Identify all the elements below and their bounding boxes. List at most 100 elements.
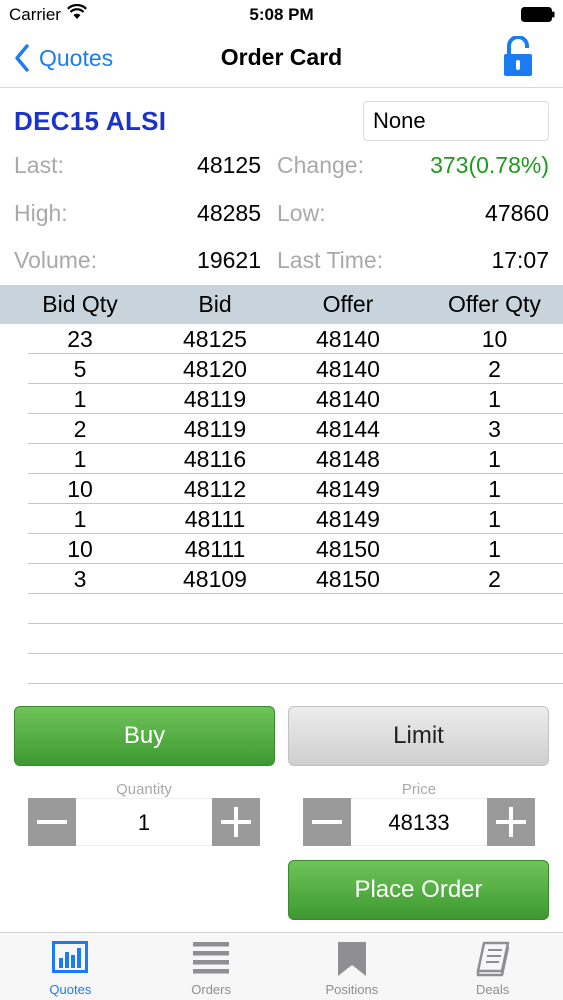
bid-cell: 48111 xyxy=(184,506,246,532)
offer-cell: 48140 xyxy=(316,386,380,412)
offer-qty-cell: 1 xyxy=(488,446,501,472)
account-select[interactable]: None xyxy=(363,101,549,141)
offer-cell: 48144 xyxy=(316,416,380,442)
offer-cell: 48148 xyxy=(316,446,380,472)
last-value: 48125 xyxy=(197,152,261,178)
change-label: Change: xyxy=(277,152,364,178)
bid-qty-cell: 10 xyxy=(67,536,93,562)
tab-quotes[interactable]: Quotes xyxy=(0,933,141,1000)
tab-positions[interactable]: Positions xyxy=(282,933,423,1000)
bid-qty-cell: 3 xyxy=(73,566,87,592)
bookmark-icon xyxy=(337,942,366,976)
depth-table-header: Bid Qty Bid Offer Offer Qty xyxy=(0,285,563,324)
volume-label: Volume: xyxy=(14,247,98,273)
quantity-label: Quantity xyxy=(116,781,172,798)
tab-bar: Quotes Orders Positions Deals xyxy=(0,932,563,1000)
minus-icon xyxy=(312,820,342,824)
bid-qty-cell: 1 xyxy=(73,386,87,412)
minus-icon xyxy=(37,820,67,824)
table-row[interactable]: 10 48112 48149 1 xyxy=(0,474,563,504)
bid-qty-cell: 1 xyxy=(73,446,87,472)
offer-cell: 48150 xyxy=(316,536,380,562)
limit-button[interactable]: Limit xyxy=(288,706,549,766)
high-label: High: xyxy=(14,200,68,226)
chart-icon xyxy=(52,941,89,973)
table-row[interactable]: 3 48109 48150 2 xyxy=(0,564,563,594)
header-bid: Bid xyxy=(198,291,232,317)
bid-cell: 48112 xyxy=(183,476,247,502)
depth-table: 23 48125 48140 10 5 48120 48140 2 1 4811… xyxy=(0,324,563,684)
status-bar: Carrier 5:08 PM xyxy=(0,0,563,30)
tab-label: Quotes xyxy=(49,982,92,997)
tab-deals[interactable]: Deals xyxy=(422,933,563,1000)
bid-cell: 48109 xyxy=(183,566,247,592)
tab-label: Orders xyxy=(191,982,231,997)
table-row-empty xyxy=(0,624,563,654)
low-value: 47860 xyxy=(485,200,549,226)
tab-label: Positions xyxy=(325,982,379,997)
change-value: 373(0.78%) xyxy=(430,152,549,178)
quantity-increment-button[interactable] xyxy=(212,798,260,846)
last-time-label: Last Time: xyxy=(277,247,384,273)
low-label: Low: xyxy=(277,200,326,226)
nav-bar: Quotes Order Card xyxy=(0,30,563,88)
offer-cell: 48149 xyxy=(316,476,380,502)
place-order-button[interactable]: Place Order xyxy=(288,860,549,920)
price-input[interactable]: 48133 xyxy=(351,798,487,846)
status-time: 5:08 PM xyxy=(249,5,314,24)
book-icon xyxy=(476,941,509,977)
bid-cell: 48120 xyxy=(183,356,247,382)
high-value: 48285 xyxy=(197,200,261,226)
header-offer-qty: Offer Qty xyxy=(448,291,541,317)
header-offer: Offer xyxy=(322,291,374,317)
price-label: Price xyxy=(401,781,437,798)
bid-cell: 48119 xyxy=(183,416,247,442)
price-increment-button[interactable] xyxy=(487,798,535,846)
bid-cell: 48111 xyxy=(184,536,246,562)
instrument-name: DEC15 ALSI xyxy=(14,106,167,136)
offer-qty-cell: 1 xyxy=(488,476,501,502)
last-time-value: 17:07 xyxy=(491,247,549,273)
offer-qty-cell: 1 xyxy=(488,386,501,412)
plus-icon xyxy=(221,807,251,837)
table-row[interactable]: 23 48125 48140 10 xyxy=(0,324,563,354)
offer-cell: 48140 xyxy=(316,326,380,352)
offer-qty-cell: 2 xyxy=(488,356,501,382)
bid-qty-cell: 5 xyxy=(73,356,87,382)
bid-cell: 48125 xyxy=(183,326,247,352)
offer-qty-cell: 1 xyxy=(488,536,501,562)
table-row[interactable]: 10 48111 48150 1 xyxy=(0,534,563,564)
tab-label: Deals xyxy=(476,982,510,997)
battery-icon xyxy=(521,7,555,22)
offer-qty-cell: 2 xyxy=(488,566,501,592)
table-row[interactable]: 1 48111 48149 1 xyxy=(0,504,563,534)
bid-qty-cell: 23 xyxy=(67,326,93,352)
bid-qty-cell: 1 xyxy=(73,506,87,532)
quantity-decrement-button[interactable] xyxy=(28,798,76,846)
plus-icon xyxy=(496,807,526,837)
bid-cell: 48116 xyxy=(183,446,247,472)
buy-button[interactable]: Buy xyxy=(14,706,275,766)
bid-qty-cell: 10 xyxy=(67,476,93,502)
offer-qty-cell: 10 xyxy=(481,326,508,352)
offer-cell: 48140 xyxy=(316,356,380,382)
last-label: Last: xyxy=(14,152,64,178)
bid-cell: 48119 xyxy=(183,386,247,412)
price-decrement-button[interactable] xyxy=(303,798,351,846)
offer-qty-cell: 3 xyxy=(488,416,501,442)
offer-qty-cell: 1 xyxy=(488,506,501,532)
tab-orders[interactable]: Orders xyxy=(141,933,282,1000)
list-icon xyxy=(193,942,230,974)
table-row-empty xyxy=(0,594,563,624)
volume-value: 19621 xyxy=(197,247,261,273)
offer-cell: 48149 xyxy=(316,506,380,532)
table-row[interactable]: 2 48119 48144 3 xyxy=(0,414,563,444)
table-row[interactable]: 5 48120 48140 2 xyxy=(0,354,563,384)
header-bid-qty: Bid Qty xyxy=(42,291,118,317)
table-row-empty xyxy=(0,654,563,684)
quantity-input[interactable]: 1 xyxy=(76,798,212,846)
table-row[interactable]: 1 48119 48140 1 xyxy=(0,384,563,414)
table-row[interactable]: 1 48116 48148 1 xyxy=(0,444,563,474)
unlock-icon[interactable] xyxy=(501,36,535,78)
page-title: Order Card xyxy=(220,44,343,70)
